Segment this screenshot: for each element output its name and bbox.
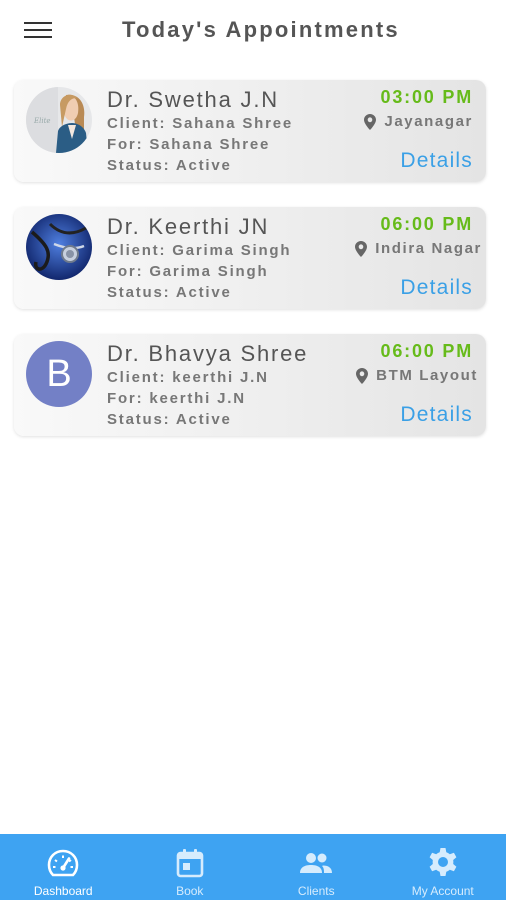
nav-clients[interactable]: Clients bbox=[253, 834, 380, 900]
nav-label: Clients bbox=[297, 884, 335, 898]
calendar-icon bbox=[176, 849, 204, 878]
appointment-time: 03:00 PM bbox=[380, 87, 473, 107]
location: BTM Layout bbox=[356, 367, 478, 384]
appointment-time: 06:00 PM bbox=[380, 341, 473, 361]
nav-dashboard[interactable]: Dashboard bbox=[0, 834, 127, 900]
client-name: Client: Garima Singh bbox=[107, 242, 292, 259]
nav-my-account[interactable]: My Account bbox=[380, 834, 506, 900]
nav-label: Dashboard bbox=[33, 884, 93, 898]
details-link[interactable]: Details bbox=[400, 149, 473, 173]
app-header: Today's Appointments bbox=[0, 0, 506, 60]
location: Jayanagar bbox=[364, 113, 473, 130]
location-label: Indira Nagar bbox=[375, 240, 482, 257]
status-text: Status: Active bbox=[107, 157, 232, 174]
svg-text:Elite: Elite bbox=[33, 117, 51, 125]
client-name: Client: keerthi J.N bbox=[107, 369, 269, 386]
bottom-navigation: Dashboard Book Clients My Account bbox=[0, 834, 506, 900]
appointment-card[interactable]: B Dr. Bhavya Shree Client: keerthi J.N F… bbox=[14, 334, 486, 436]
hamburger-menu-icon[interactable] bbox=[22, 19, 54, 41]
location-pin-icon bbox=[356, 367, 369, 384]
page-title: Today's Appointments bbox=[122, 17, 400, 42]
for-name: For: Sahana Shree bbox=[107, 136, 271, 153]
doctor-avatar: B bbox=[26, 341, 92, 407]
details-link[interactable]: Details bbox=[400, 276, 473, 300]
location-label: BTM Layout bbox=[376, 367, 478, 384]
appointment-card[interactable]: Elite Dr. Swetha J.N Client: Sahana Shre… bbox=[14, 80, 486, 182]
location: Indira Nagar bbox=[355, 240, 482, 257]
people-icon bbox=[300, 853, 333, 873]
location-pin-icon bbox=[355, 240, 368, 257]
nav-label: Book bbox=[176, 884, 204, 898]
client-name: Client: Sahana Shree bbox=[107, 115, 294, 132]
doctor-avatar bbox=[26, 214, 92, 280]
appointment-card[interactable]: Dr. Keerthi JN Client: Garima Singh For:… bbox=[14, 207, 486, 309]
nav-book[interactable]: Book bbox=[127, 834, 254, 900]
nav-label: My Account bbox=[411, 884, 474, 898]
doctor-name: Dr. Swetha J.N bbox=[107, 87, 279, 112]
gear-icon bbox=[429, 848, 457, 876]
location-label: Jayanagar bbox=[384, 113, 473, 130]
for-name: For: Garima Singh bbox=[107, 263, 269, 280]
speedometer-icon bbox=[47, 849, 79, 877]
app-screen: Today's Appointments Elite Dr. Swetha J.… bbox=[0, 0, 506, 900]
status-text: Status: Active bbox=[107, 411, 232, 428]
doctor-avatar: Elite bbox=[26, 87, 92, 153]
details-link[interactable]: Details bbox=[400, 403, 473, 427]
doctor-name: Dr. Bhavya Shree bbox=[107, 341, 309, 366]
appointment-time: 06:00 PM bbox=[380, 214, 473, 234]
doctor-name: Dr. Keerthi JN bbox=[107, 214, 270, 239]
for-name: For: keerthi J.N bbox=[107, 390, 246, 407]
location-pin-icon bbox=[364, 113, 377, 130]
status-text: Status: Active bbox=[107, 284, 232, 301]
